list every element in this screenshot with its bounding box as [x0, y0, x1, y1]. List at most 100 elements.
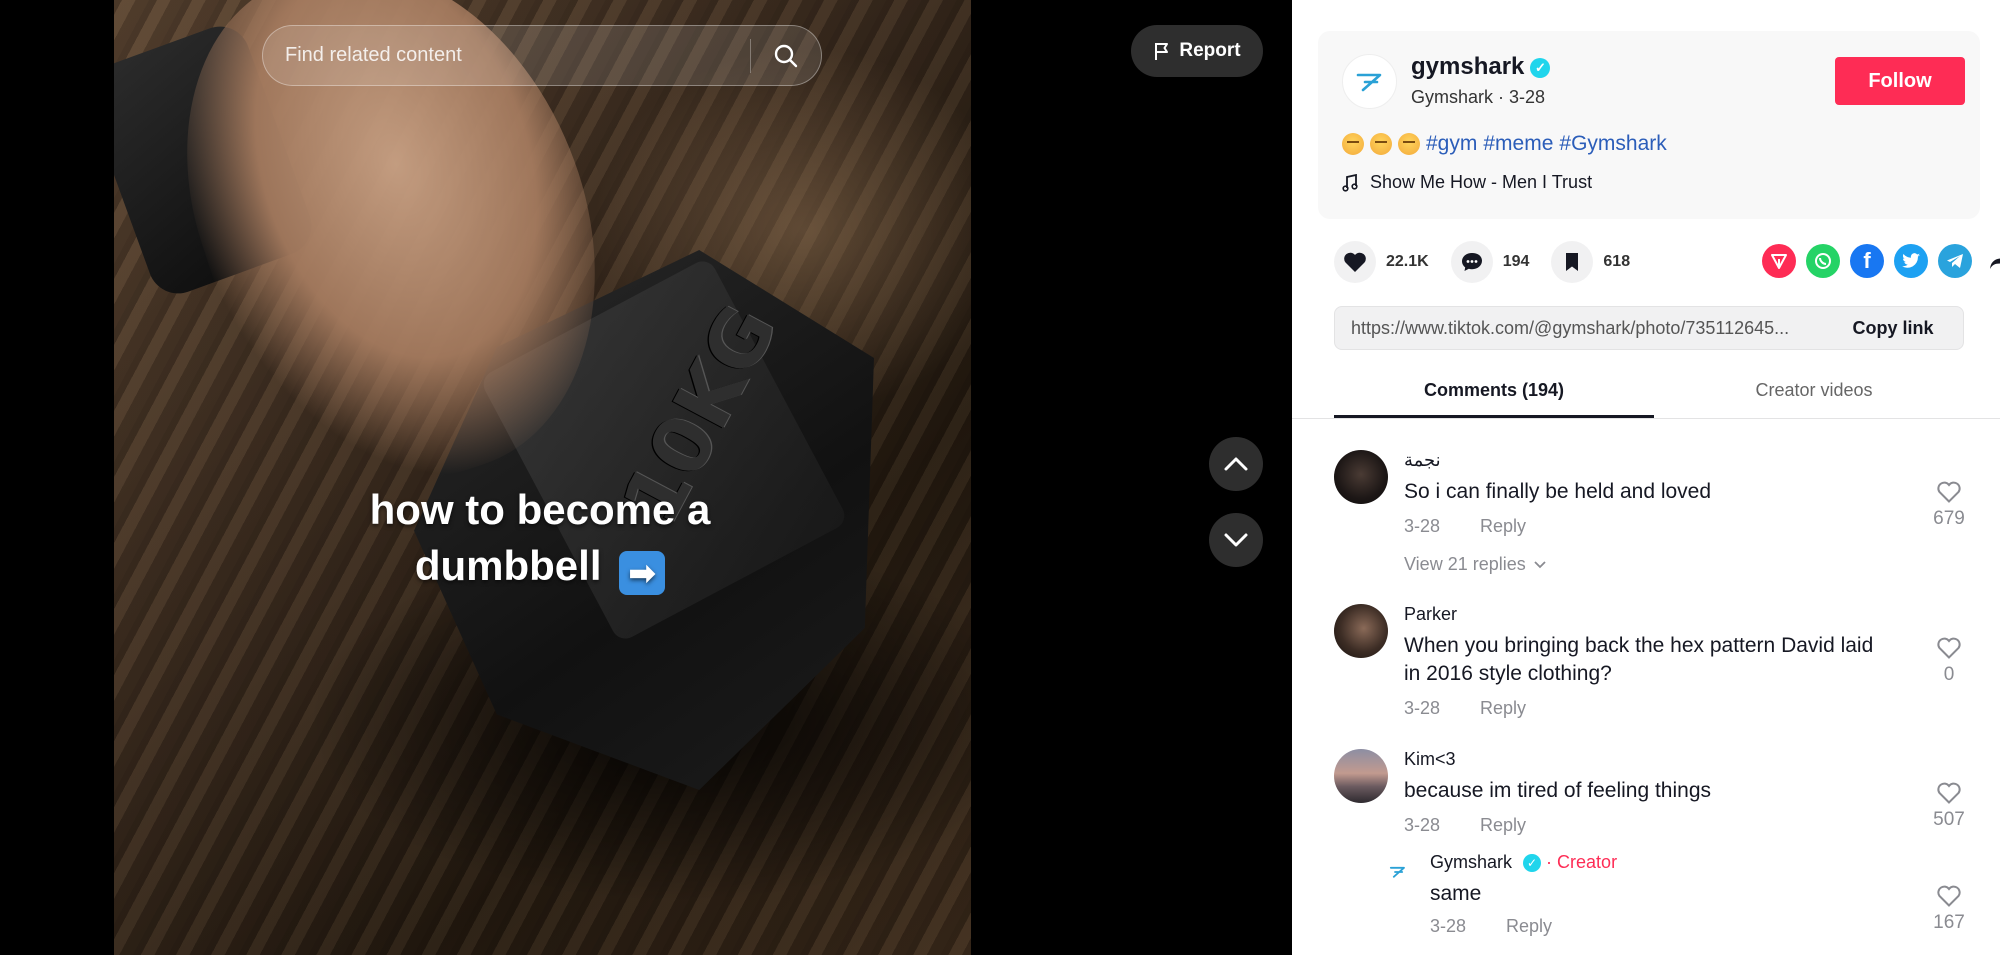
comment-date: 3-28 [1404, 815, 1441, 835]
comment-date: 3-28 [1404, 698, 1441, 718]
comment-like-count: 507 [1933, 809, 1965, 830]
creator-avatar[interactable] [1382, 856, 1414, 888]
reply-button[interactable]: Reply [1506, 916, 1552, 937]
post-info-card: gymshark ✓ Gymshark · 3-28 Follow #gym #m… [1318, 31, 1980, 219]
search-button[interactable] [751, 26, 821, 85]
post-description: #gym #meme #Gymshark [1342, 132, 1667, 156]
flushed-face-emoji-icon [1342, 133, 1364, 155]
comment-like[interactable]: 0 [1924, 636, 1974, 686]
heart-icon [1344, 252, 1366, 272]
author-avatar[interactable] [1342, 54, 1397, 109]
hashtag-gym[interactable]: #gym [1426, 132, 1477, 156]
comment-text: So i can finally be held and loved [1404, 480, 1712, 503]
creator-username[interactable]: Gymshark ✓ · Creator [1430, 852, 1617, 873]
hashtag-meme[interactable]: #meme [1483, 132, 1553, 156]
commenter-avatar[interactable] [1334, 749, 1388, 803]
repost-icon[interactable] [1762, 244, 1796, 278]
reply-button[interactable]: Reply [1480, 516, 1526, 537]
save-action[interactable]: 618 [1551, 241, 1630, 283]
tab-comments[interactable]: Comments (194) [1334, 366, 1654, 418]
panel-tabs: Comments (194) Creator videos [1334, 366, 1974, 418]
commenter-avatar[interactable] [1334, 450, 1388, 504]
music-link[interactable]: Show Me How - Men I Trust [1342, 172, 1592, 193]
comment-like[interactable]: 507 [1924, 781, 1974, 831]
music-title: Show Me How - Men I Trust [1370, 172, 1593, 192]
bookmark-icon [1566, 253, 1579, 271]
flushed-face-emoji-icon [1398, 133, 1420, 155]
like-button[interactable] [1334, 241, 1376, 283]
comment-button[interactable] [1450, 241, 1493, 283]
chevron-down-icon [1224, 533, 1248, 547]
comment-item: نجمة So i can finally be held and loved … [1334, 450, 1974, 580]
chevron-up-icon [1224, 457, 1248, 471]
post-link-box: https://www.tiktok.com/@gymshark/photo/7… [1334, 306, 1964, 350]
copy-link-button[interactable]: Copy link [1823, 307, 1963, 349]
gymshark-logo-icon [1389, 866, 1405, 878]
hashtag-gymshark[interactable]: #Gymshark [1559, 132, 1666, 156]
reply-button[interactable]: Reply [1480, 698, 1526, 719]
comment-meta: 3-28 Reply [1404, 815, 1526, 836]
follow-button[interactable]: Follow [1835, 57, 1965, 105]
comment-like-count: 679 [1933, 508, 1965, 529]
heart-outline-icon [1937, 637, 1961, 659]
like-action[interactable]: 22.1K [1334, 241, 1429, 283]
comment-text: When you bringing back the hex pattern D… [1404, 634, 1874, 685]
previous-post-button[interactable] [1209, 437, 1263, 491]
telegram-icon[interactable] [1938, 244, 1972, 278]
comment-count: 194 [1502, 253, 1530, 270]
view-replies-label: View 21 replies [1404, 554, 1526, 574]
author-subtitle: Gymshark · 3-28 [1411, 87, 1546, 107]
reply-like-count: 167 [1933, 912, 1965, 933]
author-username-text: gymshark [1411, 53, 1525, 80]
photo-viewer: 10KG how to become a dumbbell ➡ Report [0, 0, 1292, 955]
whatsapp-icon[interactable] [1806, 244, 1840, 278]
post-link-url[interactable]: https://www.tiktok.com/@gymshark/photo/7… [1335, 318, 1823, 339]
caption-line-2-text: dumbbell [414, 542, 602, 589]
twitter-icon[interactable] [1894, 244, 1928, 278]
search-bar [262, 25, 822, 86]
comment-meta: 3-28 Reply [1404, 516, 1526, 537]
view-replies-button[interactable]: View 21 replies [1404, 554, 1546, 575]
commenter-username[interactable]: نجمة [1404, 450, 1441, 471]
author-username[interactable]: gymshark ✓ [1411, 53, 1551, 81]
commenter-avatar[interactable] [1334, 604, 1388, 658]
chevron-down-icon [1534, 560, 1546, 568]
tab-creator-videos[interactable]: Creator videos [1654, 366, 1974, 418]
reply-like[interactable]: 167 [1924, 884, 1974, 934]
reply-meta: 3-28 Reply [1430, 916, 1552, 937]
post-photo: 10KG [114, 0, 971, 955]
save-button[interactable] [1551, 241, 1594, 283]
comment-date: 3-28 [1404, 516, 1441, 536]
comment-item: Parker When you bringing back the hex pa… [1334, 604, 1974, 724]
comment-like-count: 0 [1943, 664, 1955, 685]
comment-text: because im tired of feeling things [1404, 779, 1712, 802]
caption-line-2: dumbbell ➡ [230, 538, 850, 595]
photo-caption: how to become a dumbbell ➡ [230, 482, 850, 595]
search-input[interactable] [263, 26, 750, 85]
facebook-icon[interactable]: f [1850, 244, 1884, 278]
reply-date: 3-28 [1430, 916, 1467, 936]
verified-badge-icon: ✓ [1523, 854, 1542, 872]
verified-badge-icon: ✓ [1530, 58, 1551, 78]
details-panel: gymshark ✓ Gymshark · 3-28 Follow #gym #m… [1292, 0, 2000, 955]
next-post-button[interactable] [1209, 513, 1263, 567]
music-note-icon [1342, 173, 1358, 192]
action-bar: 22.1K 194 618 f [1334, 237, 2000, 287]
reply-button[interactable]: Reply [1480, 815, 1526, 836]
like-count: 22.1K [1386, 253, 1429, 270]
report-label: Report [1179, 40, 1241, 61]
comment-action[interactable]: 194 [1450, 241, 1530, 283]
caption-line-1: how to become a [369, 486, 711, 533]
comment-meta: 3-28 Reply [1404, 698, 1526, 719]
flag-icon [1155, 43, 1169, 60]
comment-like[interactable]: 679 [1924, 480, 1974, 530]
comment-bubble-icon [1461, 253, 1482, 271]
report-button[interactable]: Report [1131, 25, 1263, 77]
heart-outline-icon [1937, 481, 1961, 503]
commenter-username[interactable]: Kim<3 [1404, 749, 1456, 770]
share-arrow-icon[interactable] [1982, 244, 2000, 278]
commenter-username[interactable]: Parker [1404, 604, 1457, 625]
gymshark-logo-icon [1356, 73, 1381, 91]
creator-reply-item: Gymshark ✓ · Creator same 3-28 Reply 167 [1382, 852, 1974, 955]
heart-outline-icon [1937, 885, 1961, 907]
